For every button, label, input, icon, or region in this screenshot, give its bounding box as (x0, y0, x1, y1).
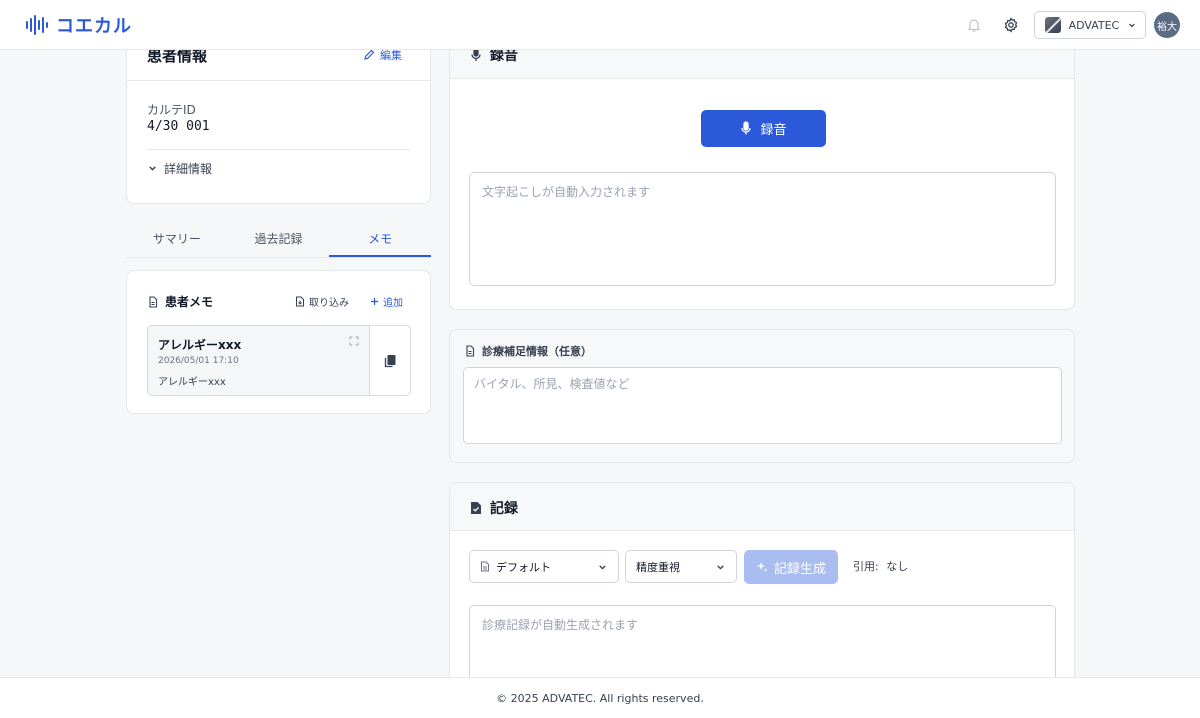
import-button[interactable]: 取り込み (295, 294, 349, 309)
supplement-card: 診療補足情報（任意） バイタル、所見、検査値など (449, 329, 1075, 463)
memo-title: 患者メモ (147, 293, 213, 310)
copyright: © 2025 ADVATEC. All rights reserved. (496, 692, 704, 705)
footer: © 2025 ADVATEC. All rights reserved. (0, 677, 1200, 718)
record-button-label: 録音 (760, 123, 787, 138)
document-icon (149, 295, 158, 308)
supplement-title-text: 診療補足情報（任意） (482, 345, 592, 358)
generate-label: 記録生成 (773, 561, 826, 577)
microphone-icon (741, 121, 752, 135)
citation-info: 引用: なし (853, 558, 908, 574)
transcript-textarea[interactable]: 文字起こしが自動入力されます (469, 172, 1056, 286)
document-icon (481, 561, 489, 572)
sparkle-icon (756, 562, 768, 572)
memo-title-text: 患者メモ (165, 295, 214, 309)
memo-item[interactable]: アレルギーxxx 2026/05/01 17:10 アレルギーxxx (147, 325, 370, 396)
app-name: コエカル (56, 16, 132, 37)
tab-summary[interactable]: サマリー (126, 222, 228, 257)
record-title-text: 記録 (490, 501, 518, 517)
tab-history[interactable]: 過去記録 (228, 222, 330, 257)
notification-icon[interactable] (963, 14, 985, 36)
waveform-icon (26, 13, 48, 37)
template-select[interactable]: デフォルト (469, 550, 619, 583)
organization-logo (1045, 17, 1061, 33)
patient-tabs: サマリー 過去記録 メモ (126, 222, 432, 258)
pencil-icon (364, 49, 375, 60)
app-logo[interactable]: コエカル (26, 12, 132, 38)
mode-select[interactable]: 精度重視 (625, 550, 737, 583)
plus-icon (371, 298, 378, 305)
microphone-icon (471, 48, 481, 61)
top-bar: コエカル ADVATEC 裕大 (0, 0, 1200, 50)
document-icon (466, 345, 475, 357)
details-label: 詳細情報 (164, 162, 213, 176)
record-title: 記録 (470, 498, 518, 518)
citation-label: 引用: (853, 560, 879, 573)
chevron-down-icon (149, 166, 156, 171)
add-memo-button[interactable]: 追加 (370, 294, 403, 309)
mode-select-value: 精度重視 (636, 560, 680, 574)
record-header: 記録 (450, 483, 1074, 531)
file-import-icon (296, 296, 304, 307)
document-check-icon (471, 502, 481, 514)
citation-value: なし (886, 560, 909, 573)
memo-item-title: アレルギーxxx (158, 338, 242, 352)
details-toggle[interactable]: 詳細情報 (147, 160, 212, 177)
expand-icon[interactable] (349, 336, 359, 346)
copy-memo-button[interactable] (369, 325, 411, 396)
organization-name: ADVATEC (1068, 18, 1120, 32)
tab-memo[interactable]: メモ (329, 222, 432, 257)
gear-icon[interactable] (1000, 14, 1022, 36)
template-select-value: デフォルト (496, 560, 551, 574)
record-button[interactable]: 録音 (701, 110, 826, 147)
copy-icon (384, 354, 395, 367)
chevron-down-icon (717, 565, 724, 570)
supplement-title: 診療補足情報（任意） (464, 343, 592, 359)
karte-id-value: 4/30 001 (147, 119, 210, 134)
supplement-textarea[interactable]: バイタル、所見、検査値など (463, 367, 1062, 444)
divider (147, 149, 410, 150)
import-label: 取り込み (309, 298, 349, 309)
memo-item-date: 2026/05/01 17:10 (158, 356, 239, 366)
recording-card: 録音 録音 文字起こしが自動入力されます (449, 20, 1075, 310)
avatar[interactable]: 裕大 (1154, 12, 1180, 38)
karte-id-label: カルテID (147, 103, 196, 117)
add-label: 追加 (383, 298, 403, 309)
organization-selector[interactable]: ADVATEC (1034, 11, 1146, 39)
chevron-down-icon (599, 565, 606, 570)
generate-record-button[interactable]: 記録生成 (744, 550, 838, 584)
chevron-down-icon (1129, 23, 1136, 28)
memo-item-body: アレルギーxxx (158, 377, 226, 388)
patient-memo-card: 患者メモ 取り込み 追加 アレルギーxxx 2026/05/01 17:10 ア… (126, 270, 431, 414)
